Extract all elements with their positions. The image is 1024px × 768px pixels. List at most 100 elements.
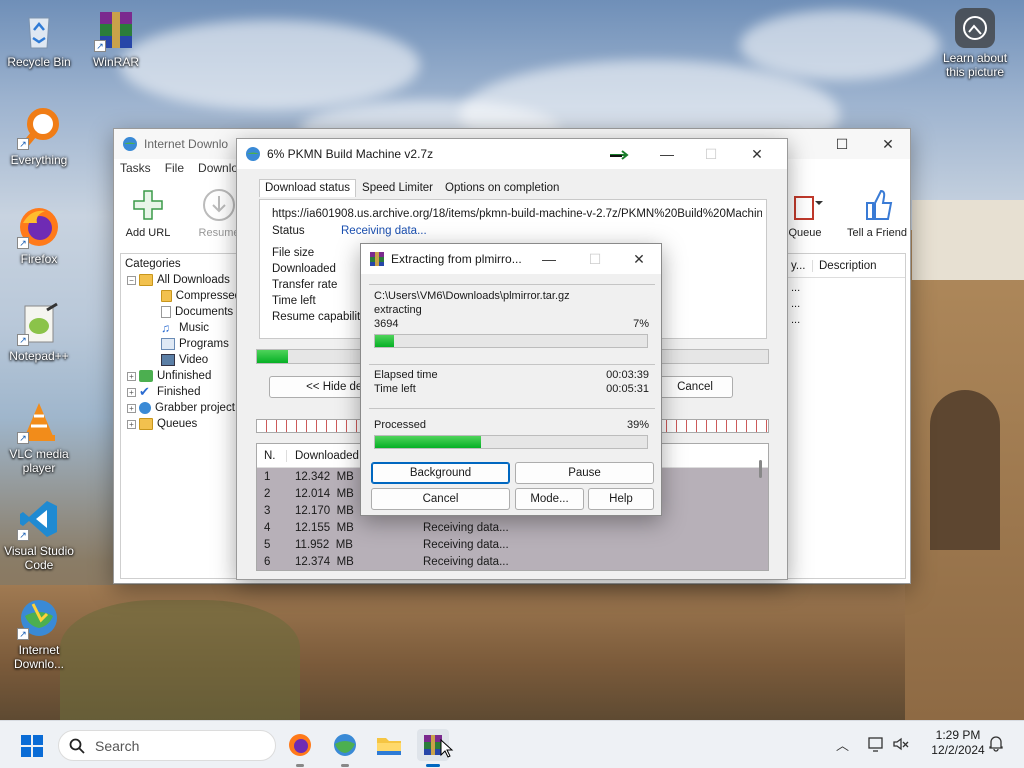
cell-n: 1 [264,470,271,483]
idm-globe-icon [334,734,356,756]
tree-item-finished[interactable]: + ✔ Finished [125,384,241,400]
file-progress-fill [375,335,395,347]
extract-dialog-titlebar[interactable]: Extracting from plmirro... — ☐ ✕ [361,244,661,274]
cancel-extract-button[interactable]: Cancel [371,488,510,510]
downloads-list[interactable]: y... Description ... ... ... [786,253,906,579]
tree-item-all-downloads[interactable]: − All Downloads [125,272,241,288]
tell-friend-button[interactable]: Tell a Friend [844,187,910,239]
queue-label: Queue [788,227,822,239]
tree-item-music[interactable]: ♫ Music [125,320,241,336]
table-row[interactable]: 4 12.155 MB Receiving data... [257,519,768,536]
list-header: y... Description [787,254,905,278]
download-dialog-titlebar[interactable]: 6% PKMN Build Machine v2.7z — ☐ ✕ [237,139,787,169]
minimize-button[interactable]: — [645,139,689,169]
tree-item-label: Unfinished [157,370,212,382]
expand-icon[interactable]: + [127,371,136,381]
film-icon [161,354,175,366]
status-value: Receiving data... [341,225,427,237]
minimize-button[interactable]: — [527,244,571,274]
expand-icon[interactable]: + [127,419,136,429]
taskbar-idm[interactable] [329,729,361,767]
checkmark-icon: ✔ [139,384,150,399]
folder-icon [139,418,153,430]
shortcut-arrow-icon: ↗ [17,138,29,150]
taskbar-file-explorer[interactable] [373,729,405,761]
search-icon [69,738,85,754]
list-item[interactable]: ... [791,312,905,328]
list-item[interactable]: ... [791,280,905,296]
tree-item-video[interactable]: Video [125,352,241,368]
desktop-icon-firefox[interactable]: ↗ Firefox [1,205,77,266]
resume-label: Resume [198,227,240,239]
document-icon [161,306,171,318]
desktop-icon-label: Firefox [20,252,58,266]
collapse-icon[interactable]: − [127,275,136,285]
volume-muted-icon[interactable] [892,735,910,753]
clock-date: 12/2/2024 [931,743,985,757]
desktop-icon-recycle-bin[interactable]: Recycle Bin [1,8,77,69]
close-button[interactable]: ✕ [617,244,661,274]
table-row[interactable]: 6 12.374 MB Receiving data... [257,553,768,570]
categories-tree: Categories − All Downloads Compressed Doc… [120,253,242,579]
expand-icon[interactable]: + [127,403,136,413]
list-rows: ... ... ... [787,280,905,328]
desktop-icon-vlc[interactable]: ↗ VLC media player [1,400,77,475]
menu-file[interactable]: File [165,161,184,175]
table-row[interactable]: 5 11.952 MB Receiving data... [257,536,768,553]
scrollbar-thumb[interactable] [759,460,762,478]
close-button[interactable]: ✕ [866,129,910,159]
time-group: Elapsed time 00:03:39 Time left 00:05:31 [369,364,655,400]
downloaded-label: Downloaded [272,263,336,275]
taskbar-search[interactable]: Search [58,730,276,761]
column-header[interactable]: y... [787,259,813,272]
elapsed-time-value: 00:03:39 [606,369,649,381]
tab-speed-limiter[interactable]: Speed Limiter [356,179,439,197]
add-url-button[interactable]: Add URL [115,187,181,239]
running-indicator [341,764,349,767]
cancel-download-button[interactable]: Cancel [657,376,733,398]
menu-downloads[interactable]: Downlo [198,161,238,175]
mode-button[interactable]: Mode... [515,488,584,510]
background-button[interactable]: Background [371,462,510,484]
tree-item-compressed[interactable]: Compressed [125,288,241,304]
maximize-button[interactable]: ☐ [820,129,864,159]
column-header-n[interactable]: N. [257,449,287,462]
cell-info: Receiving data... [423,538,509,551]
processed-label: Processed [374,419,426,431]
tree-item-programs[interactable]: Programs [125,336,241,352]
file-size-label: File size [272,247,315,259]
elapsed-time-label: Elapsed time [374,369,438,381]
file-number: 3694 [374,318,399,330]
desktop-icon-idm[interactable]: ↗ Internet Downlo... [1,596,77,671]
list-item[interactable]: ... [791,296,905,312]
pause-button[interactable]: Pause [515,462,654,484]
tab-download-status[interactable]: Download status [259,179,357,197]
network-icon[interactable] [868,735,886,753]
menu-tasks[interactable]: Tasks [120,161,151,175]
notification-bell-icon[interactable] [987,734,1005,752]
camera-info-icon [955,8,995,48]
desktop-icon-winrar[interactable]: ↗ WinRAR [78,8,154,69]
learn-about-picture[interactable]: Learn about this picture [937,8,1013,79]
desktop-icon-notepadpp[interactable]: ↗ Notepad++ [1,302,77,363]
tree-item-grabber[interactable]: + Grabber project [125,400,241,416]
idm-menubar: Tasks File Downlo [120,161,238,175]
desktop-icon-everything[interactable]: ↗ Everything [1,106,77,167]
expand-icon[interactable]: + [127,387,136,397]
close-button[interactable]: ✕ [735,139,779,169]
cell-downloaded: 12.374 MB [295,555,354,568]
tree-item-documents[interactable]: Documents [125,304,241,320]
clock[interactable]: 1:29 PM 12/2/2024 [918,728,998,758]
download-progress-fill [257,350,288,363]
desktop-icon-vscode[interactable]: ↗ Visual Studio Code [1,497,77,572]
tree-item-queues[interactable]: + Queues [125,416,241,432]
desktop-icon-label: VLC media player [9,447,69,475]
help-button[interactable]: Help [588,488,654,510]
column-header-description[interactable]: Description [813,260,877,272]
taskbar-firefox[interactable] [284,729,316,767]
start-button[interactable] [20,734,44,758]
chevron-up-icon[interactable]: ︿ [836,735,852,753]
tab-options-on-completion[interactable]: Options on completion [439,179,565,197]
tree-item-unfinished[interactable]: + Unfinished [125,368,241,384]
folder-icon [377,738,401,755]
